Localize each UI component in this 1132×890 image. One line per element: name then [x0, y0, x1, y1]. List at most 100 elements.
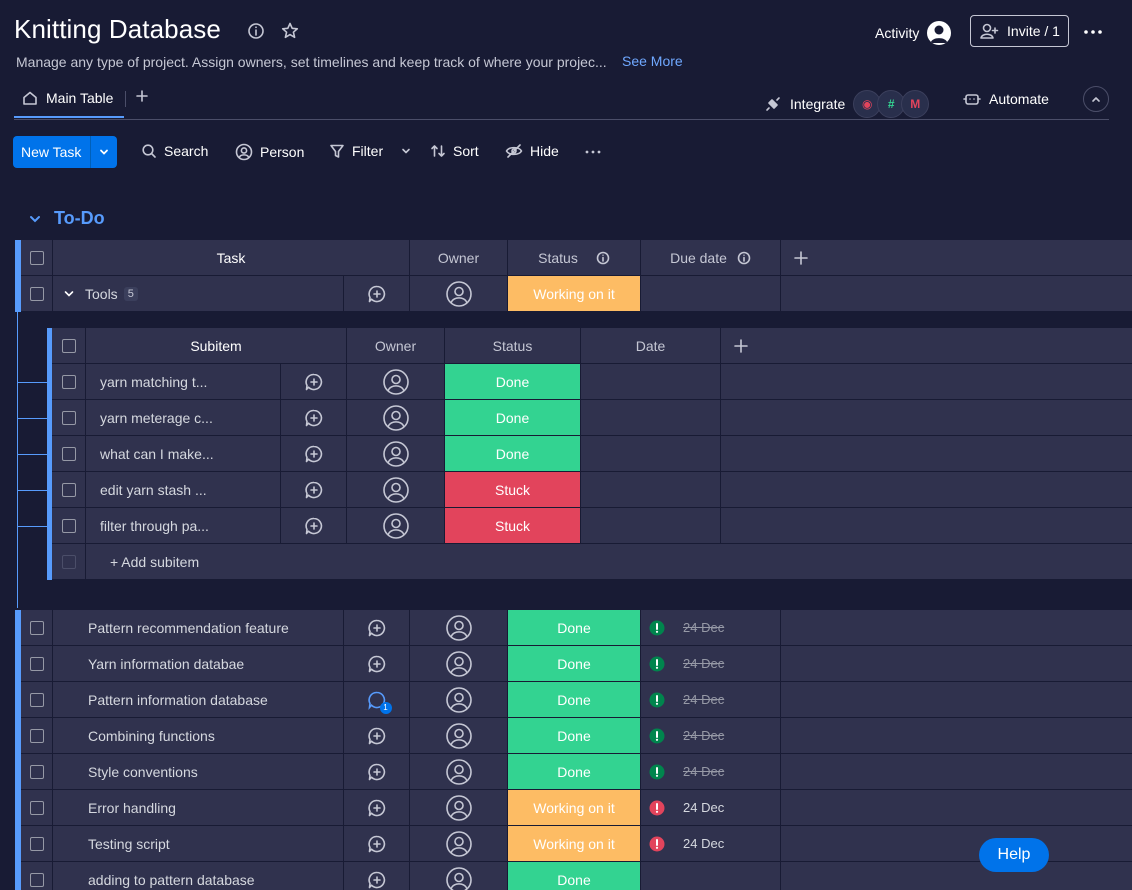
collapse-header-icon[interactable] [1083, 86, 1109, 112]
search-button[interactable]: Search [141, 143, 208, 159]
subitem-checkbox[interactable] [61, 446, 76, 461]
table-row[interactable]: Pattern recommendation feature Done 24 Dec [21, 610, 1132, 646]
sort-button[interactable]: Sort [430, 143, 479, 159]
more-toolbar-icon[interactable] [584, 146, 602, 158]
status-cell[interactable]: Done [508, 862, 641, 890]
owner-avatar[interactable] [410, 276, 508, 311]
add-update-icon[interactable] [281, 436, 347, 471]
owner-avatar[interactable] [410, 718, 508, 753]
task-name[interactable]: Combining functions [53, 718, 344, 753]
subitem-checkbox-cell[interactable] [52, 508, 86, 543]
table-row[interactable]: Testing script Working on it 24 Dec [21, 826, 1132, 862]
chevron-down-icon[interactable] [91, 136, 117, 168]
subitem-status[interactable]: Done [445, 400, 581, 435]
subitem-checkbox-cell[interactable] [52, 400, 86, 435]
owner-avatar[interactable] [410, 826, 508, 861]
subitem-date-cell[interactable] [581, 472, 721, 507]
task-name[interactable]: Tools [85, 286, 118, 302]
chevron-down-icon[interactable] [400, 145, 412, 157]
add-update-icon[interactable] [344, 646, 410, 681]
add-update-icon[interactable] [281, 472, 347, 507]
owner-avatar[interactable] [410, 610, 508, 645]
row-checkbox-cell[interactable] [21, 682, 53, 717]
row-checkbox-cell[interactable] [21, 646, 53, 681]
due-date-cell[interactable]: 24 Dec [641, 718, 781, 753]
table-row[interactable]: Style conventions Done 24 Dec [21, 754, 1132, 790]
col-header-sub-owner[interactable]: Owner [347, 328, 445, 363]
subitem-select-all-cell[interactable] [52, 328, 86, 363]
filter-button[interactable]: Filter [329, 143, 412, 159]
row-checkbox-cell[interactable] [21, 276, 53, 311]
chevron-down-icon[interactable] [63, 288, 75, 300]
subitem-row[interactable]: filter through pa... Stuck [52, 508, 1132, 544]
due-date[interactable]: 24 Dec [683, 836, 724, 851]
subitem-checkbox[interactable] [61, 518, 76, 533]
row-checkbox-cell[interactable] [21, 862, 53, 890]
subitem-checkbox-cell[interactable] [52, 364, 86, 399]
subitem-row[interactable]: yarn matching t... Done [52, 364, 1132, 400]
row-checkbox-cell[interactable] [21, 718, 53, 753]
subitem-checkbox[interactable] [61, 410, 76, 425]
task-name-cell[interactable]: Tools 5 [53, 276, 344, 311]
col-header-due-date[interactable]: Due date [641, 240, 781, 275]
due-date[interactable]: 24 Dec [683, 728, 724, 743]
subitem-date-cell[interactable] [581, 364, 721, 399]
invite-button[interactable]: Invite / 1 [970, 15, 1069, 47]
table-row[interactable]: Yarn information databae Done 24 Dec [21, 646, 1132, 682]
add-update-icon[interactable] [344, 826, 410, 861]
table-row[interactable]: Combining functions Done 24 Dec [21, 718, 1132, 754]
new-task-main[interactable]: New Task [13, 136, 91, 168]
board-title[interactable]: Knitting Database [14, 14, 221, 45]
activity-button[interactable]: Activity [875, 21, 952, 45]
new-task-button[interactable]: New Task [13, 136, 117, 168]
table-row[interactable]: Error handling Working on it 24 Dec [21, 790, 1132, 826]
subitem-checkbox-cell[interactable] [52, 472, 86, 507]
add-update-icon[interactable] [344, 610, 410, 645]
subitem-name[interactable]: filter through pa... [86, 508, 281, 543]
add-subitem-row[interactable]: + Add subitem [52, 544, 1132, 580]
add-update-icon[interactable] [344, 276, 410, 311]
due-date-cell[interactable]: 24 Dec [641, 790, 781, 825]
row-checkbox[interactable] [29, 800, 44, 815]
col-header-subitem[interactable]: Subitem [86, 328, 347, 363]
due-date[interactable]: 24 Dec [683, 764, 724, 779]
owner-avatar[interactable] [347, 436, 445, 471]
due-date-cell[interactable]: 24 Dec [641, 610, 781, 645]
task-name[interactable]: Testing script [53, 826, 344, 861]
subitem-row[interactable]: what can I make... Done [52, 436, 1132, 472]
subitem-status[interactable]: Done [445, 364, 581, 399]
due-date-cell[interactable]: 24 Dec [641, 682, 781, 717]
status-cell[interactable]: Done [508, 718, 641, 753]
owner-avatar[interactable] [347, 472, 445, 507]
status-cell[interactable]: Done [508, 754, 641, 789]
status-cell[interactable]: Working on it [508, 826, 641, 861]
select-all-checkbox-cell[interactable] [21, 240, 53, 275]
due-date[interactable]: 24 Dec [683, 656, 724, 671]
subitem-name[interactable]: yarn matching t... [86, 364, 281, 399]
subitem-checkbox[interactable] [61, 374, 76, 389]
subitem-date-cell[interactable] [581, 400, 721, 435]
due-date[interactable]: 24 Dec [683, 800, 724, 815]
owner-avatar[interactable] [347, 400, 445, 435]
row-checkbox[interactable] [29, 286, 44, 301]
status-cell[interactable]: Done [508, 682, 641, 717]
task-name[interactable]: adding to pattern database [53, 862, 344, 890]
subitem-date-cell[interactable] [581, 508, 721, 543]
col-header-task[interactable]: Task [53, 240, 410, 275]
add-update-icon[interactable] [344, 754, 410, 789]
subitem-status[interactable]: Done [445, 436, 581, 471]
table-row[interactable]: adding to pattern database Done [21, 862, 1132, 890]
add-update-icon[interactable] [281, 400, 347, 435]
subitem-date-cell[interactable] [581, 436, 721, 471]
subitem-name[interactable]: yarn meterage c... [86, 400, 281, 435]
automate-button[interactable]: Automate [963, 90, 1049, 108]
add-column-icon[interactable] [781, 240, 821, 275]
subitem-row[interactable]: edit yarn stash ... Stuck [52, 472, 1132, 508]
add-update-icon[interactable] [344, 790, 410, 825]
row-checkbox[interactable] [29, 656, 44, 671]
subitem-checkbox[interactable] [61, 482, 76, 497]
status-cell[interactable]: Working on it [508, 790, 641, 825]
task-name[interactable]: Pattern information database [53, 682, 344, 717]
more-options-icon[interactable] [1082, 22, 1104, 42]
owner-avatar[interactable] [410, 682, 508, 717]
